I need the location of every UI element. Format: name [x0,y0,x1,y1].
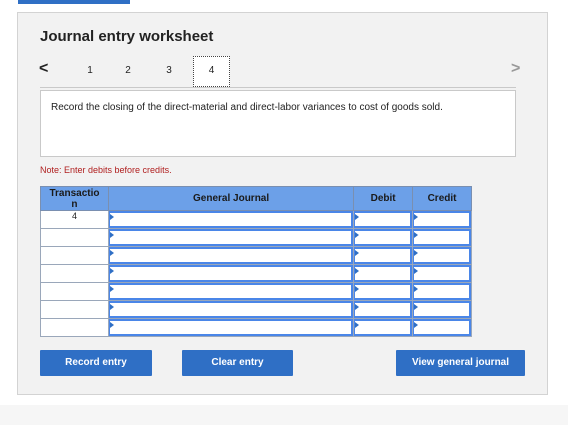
account-cell [107,210,355,229]
account-input[interactable] [108,319,354,336]
table-row [40,246,472,265]
credit-cell [412,282,472,301]
credit-input[interactable] [413,211,471,228]
debit-input[interactable] [354,211,413,228]
account-cell [107,300,355,319]
bottom-band [0,405,568,425]
account-input[interactable] [108,265,354,282]
account-input[interactable] [108,229,354,246]
transaction-cell: 4 [40,210,109,229]
debit-cell [353,264,414,283]
credit-input[interactable] [413,283,471,300]
credit-cell [412,264,472,283]
debit-cell [353,282,414,301]
credit-cell [412,228,472,247]
debit-cell [353,318,414,337]
step-tab-3[interactable]: 3 [159,65,179,76]
table-row: 4 [40,210,472,229]
account-cell [107,282,355,301]
worksheet-title: Journal entry worksheet [40,28,214,45]
account-cell [107,246,355,265]
header-credit: Credit [412,186,472,211]
instruction-text: Record the closing of the direct-materia… [51,102,443,113]
account-cell [107,228,355,247]
chevron-right-icon[interactable]: > [511,60,520,78]
transaction-cell [40,318,109,337]
transaction-cell [40,282,109,301]
credit-input[interactable] [413,247,471,264]
account-cell [107,264,355,283]
step-tab-1[interactable]: 1 [80,65,100,76]
credit-cell [412,210,472,229]
table-row [40,318,472,337]
debit-input[interactable] [354,247,413,264]
table-row [40,228,472,247]
table-row [40,264,472,283]
step-tab-2[interactable]: 2 [118,65,138,76]
top-accent-bar [18,0,130,4]
transaction-cell [40,228,109,247]
table-row [40,282,472,301]
credit-input[interactable] [413,319,471,336]
credit-input[interactable] [413,301,471,318]
debit-input[interactable] [354,265,413,282]
credit-cell [412,300,472,319]
step-tab-4-active[interactable]: 4 [193,56,230,87]
header-general-journal: General Journal [107,186,355,211]
debit-input[interactable] [354,301,413,318]
tab-divider [40,87,516,88]
account-cell [107,318,355,337]
debit-input[interactable] [354,229,413,246]
chevron-left-icon[interactable]: < [39,60,48,78]
journal-table: Transactio n General Journal Debit Credit… [40,186,472,337]
account-input[interactable] [108,247,354,264]
debit-input[interactable] [354,283,413,300]
debit-cell [353,210,414,229]
credit-cell [412,318,472,337]
record-entry-button[interactable]: Record entry [40,350,152,376]
note-text: Note: Enter debits before credits. [40,165,172,175]
table-header-row: Transactio n General Journal Debit Credit [40,186,472,211]
header-debit: Debit [353,186,414,211]
credit-cell [412,246,472,265]
table-row [40,300,472,319]
transaction-cell [40,264,109,283]
credit-input[interactable] [413,265,471,282]
debit-cell [353,246,414,265]
view-general-journal-button[interactable]: View general journal [396,350,525,376]
debit-input[interactable] [354,319,413,336]
instruction-box: Record the closing of the direct-materia… [40,90,516,157]
debit-cell [353,228,414,247]
account-input[interactable] [108,211,354,228]
account-input[interactable] [108,301,354,318]
debit-cell [353,300,414,319]
header-transaction: Transactio n [40,186,109,211]
clear-entry-button[interactable]: Clear entry [182,350,293,376]
credit-input[interactable] [413,229,471,246]
transaction-cell [40,246,109,265]
account-input[interactable] [108,283,354,300]
transaction-cell [40,300,109,319]
